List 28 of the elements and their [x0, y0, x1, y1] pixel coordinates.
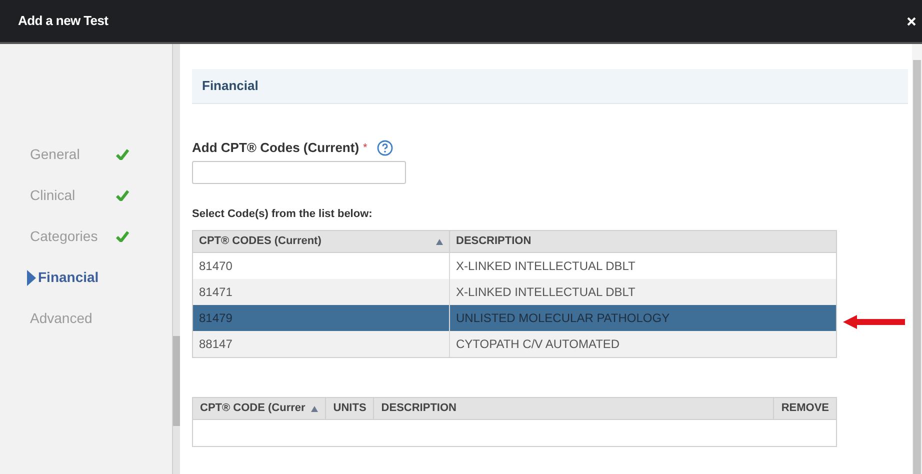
scrollbar-thumb[interactable] — [913, 60, 921, 474]
sort-up-icon — [436, 238, 443, 244]
section-title: Financial — [202, 77, 258, 96]
table-row[interactable]: 88147 CYTOPATH C/V AUTOMATED — [193, 331, 836, 357]
table-cell-text: UNLISTED MOLECULAR PATHOLOGY — [455, 310, 671, 327]
list-label: Select Code(s) from the list below: — [192, 206, 374, 222]
close-icon[interactable] — [907, 16, 916, 26]
table-cell-text: X-LINKED INTELLECTUAL DBLT — [455, 258, 636, 275]
column-header[interactable]: CPT® CODE (Currer — [193, 398, 326, 419]
column-header[interactable]: DESCRIPTION — [374, 398, 774, 419]
cpt-code-field[interactable] — [192, 160, 406, 184]
required-mark: * — [363, 140, 368, 156]
window-title: Add a new Test — [18, 12, 108, 30]
current-step-icon — [27, 270, 36, 286]
column-header[interactable]: DESCRIPTION — [450, 231, 836, 252]
field-label: Add CPT® Codes (Current) — [192, 139, 360, 157]
column-header[interactable]: UNITS — [326, 398, 374, 419]
table-cell-text: CYTOPATH C/V AUTOMATED — [455, 336, 621, 353]
table-row[interactable]: 81471 X-LINKED INTELLECTUAL DBLT — [193, 279, 836, 305]
annotation-arrow — [843, 315, 905, 329]
help-icon[interactable] — [377, 140, 394, 156]
column-header[interactable]: REMOVE — [774, 398, 836, 419]
table-cell-text: X-LINKED INTELLECTUAL DBLT — [455, 284, 636, 301]
table-cell: 88147 — [193, 331, 450, 357]
scrollbar-thumb[interactable] — [173, 336, 180, 426]
step-link[interactable]: Financial — [2, 267, 128, 288]
sort-up-icon — [311, 406, 318, 412]
column-header[interactable]: CPT® CODES (Current) — [193, 231, 450, 252]
